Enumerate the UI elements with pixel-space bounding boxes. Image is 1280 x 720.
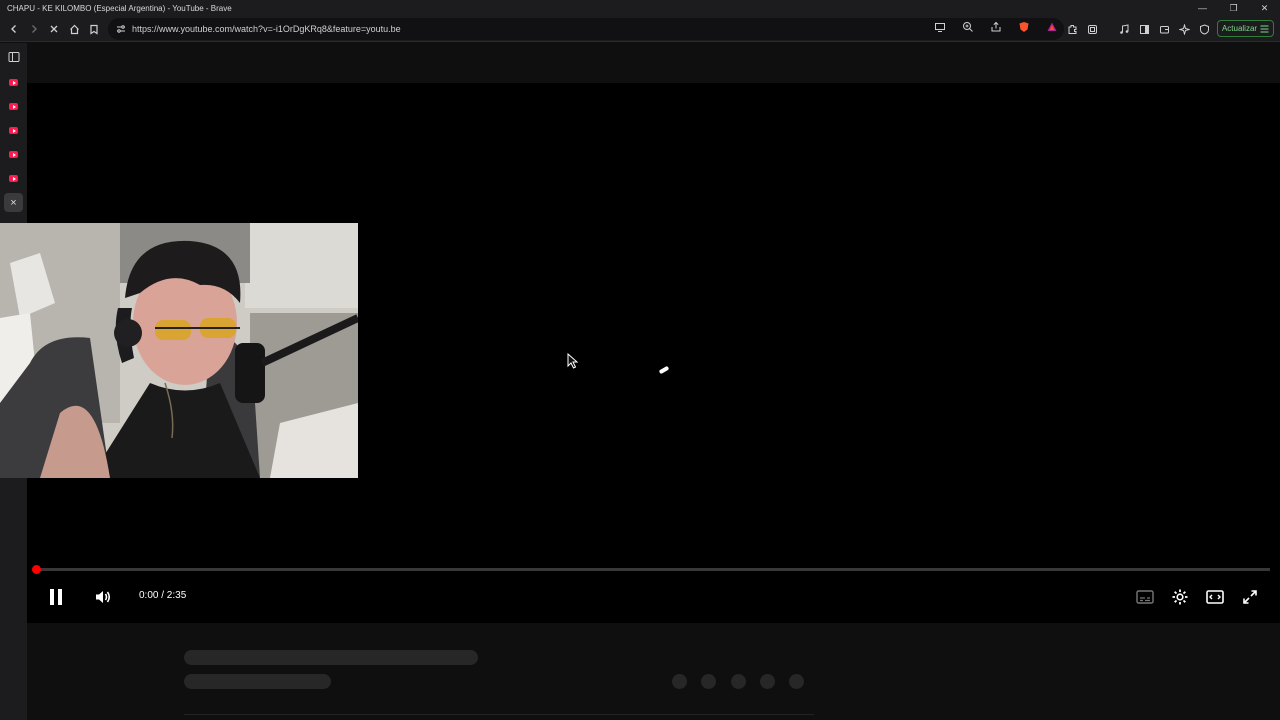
- zoom-icon[interactable]: [962, 20, 974, 38]
- extensions-icon[interactable]: [1062, 19, 1082, 39]
- cast-icon[interactable]: [934, 20, 946, 38]
- sidebar-item-youtube-5[interactable]: [4, 169, 23, 188]
- divider: [184, 714, 814, 715]
- sidebar-panel-toggle[interactable]: [4, 47, 23, 66]
- subtitle-skeleton: [184, 674, 331, 689]
- webcam-overlay: [0, 223, 358, 478]
- mute-button[interactable]: [92, 586, 114, 608]
- action-skeleton: [701, 674, 716, 689]
- action-skeleton: [789, 674, 804, 689]
- wallet-icon[interactable]: [1154, 19, 1174, 39]
- action-skeleton: [672, 674, 687, 689]
- stop-button[interactable]: [44, 19, 64, 39]
- home-icon: [69, 24, 79, 34]
- progress-bar[interactable]: [36, 568, 1270, 571]
- action-skeleton: [760, 674, 775, 689]
- vpn-icon[interactable]: [1194, 19, 1214, 39]
- update-button-label: Actualizar: [1221, 24, 1258, 33]
- update-button[interactable]: Actualizar: [1217, 20, 1274, 37]
- volume-icon: [96, 591, 111, 603]
- sidebar-close-button[interactable]: ×: [4, 193, 23, 212]
- sidebar-item-youtube-4[interactable]: [4, 145, 23, 164]
- fullscreen-button[interactable]: [1239, 586, 1261, 608]
- browser-toolbar: https://www.youtube.com/watch?v=-i1OrDgK…: [0, 16, 1280, 42]
- webcam-person-image: [0, 223, 358, 478]
- media-icon[interactable]: [1114, 19, 1134, 39]
- gear-icon: [1172, 589, 1188, 605]
- window-title: CHAPU - KE KILOMBO (Especial Argentina) …: [7, 3, 232, 13]
- leo-ai-icon[interactable]: [1174, 19, 1194, 39]
- pause-button[interactable]: [45, 586, 67, 608]
- pause-icon: [50, 589, 62, 605]
- youtube-icon: [9, 103, 18, 110]
- youtube-icon: [9, 151, 18, 158]
- close-icon: ×: [10, 196, 17, 209]
- action-skeleton: [731, 674, 746, 689]
- share-icon[interactable]: [990, 20, 1002, 38]
- address-bar[interactable]: https://www.youtube.com/watch?v=-i1OrDgK…: [108, 18, 1064, 40]
- forward-arrow-icon: [32, 25, 37, 33]
- sidebar-item-youtube-2[interactable]: [4, 97, 23, 116]
- title-skeleton: [184, 650, 478, 665]
- mouse-cursor: [567, 352, 579, 374]
- video-info-placeholder: [27, 623, 1280, 720]
- sidebar-item-youtube-1[interactable]: [4, 73, 23, 92]
- theater-icon: [1206, 590, 1224, 604]
- time-display: 0:00 / 2:35: [139, 590, 187, 601]
- sidebar-toggle-icon[interactable]: [1134, 19, 1154, 39]
- youtube-icon: [9, 127, 18, 134]
- stop-x-icon: [50, 25, 58, 33]
- restore-icon[interactable]: ❐: [1218, 0, 1249, 16]
- back-arrow-icon: [11, 25, 16, 33]
- subtitles-icon: [1136, 590, 1154, 604]
- back-button[interactable]: [4, 19, 24, 39]
- youtube-icon: [9, 175, 18, 182]
- brave-shields-icon[interactable]: [1018, 20, 1030, 38]
- window-controls: — ❐ ✕: [1187, 0, 1280, 16]
- player-controls: 0:00 / 2:35: [27, 580, 1280, 614]
- screenshot-icon[interactable]: [1082, 19, 1102, 39]
- forward-button[interactable]: [24, 19, 44, 39]
- panel-icon: [8, 51, 19, 62]
- bookmark-icon: [90, 24, 98, 35]
- home-button[interactable]: [64, 19, 84, 39]
- close-icon[interactable]: ✕: [1249, 0, 1280, 16]
- brave-rewards-icon[interactable]: [1046, 20, 1058, 38]
- bookmark-button[interactable]: [84, 19, 104, 39]
- theater-mode-button[interactable]: [1204, 586, 1226, 608]
- address-bar-actions: [934, 18, 1058, 40]
- sidebar-item-youtube-3[interactable]: [4, 121, 23, 140]
- youtube-header-area: [27, 43, 1280, 83]
- minimize-icon[interactable]: —: [1187, 0, 1218, 16]
- url-text[interactable]: https://www.youtube.com/watch?v=-i1OrDgK…: [132, 24, 401, 34]
- title-bar: CHAPU - KE KILOMBO (Especial Argentina) …: [0, 0, 1280, 16]
- site-settings-icon[interactable]: [116, 24, 126, 34]
- fullscreen-exit-icon: [1243, 590, 1257, 604]
- youtube-icon: [9, 79, 18, 86]
- subtitles-button[interactable]: [1134, 587, 1156, 607]
- menu-icon: [1260, 24, 1269, 33]
- progress-scrubber[interactable]: [32, 565, 41, 574]
- settings-button[interactable]: [1169, 586, 1191, 608]
- extension-icons: [1062, 19, 1214, 39]
